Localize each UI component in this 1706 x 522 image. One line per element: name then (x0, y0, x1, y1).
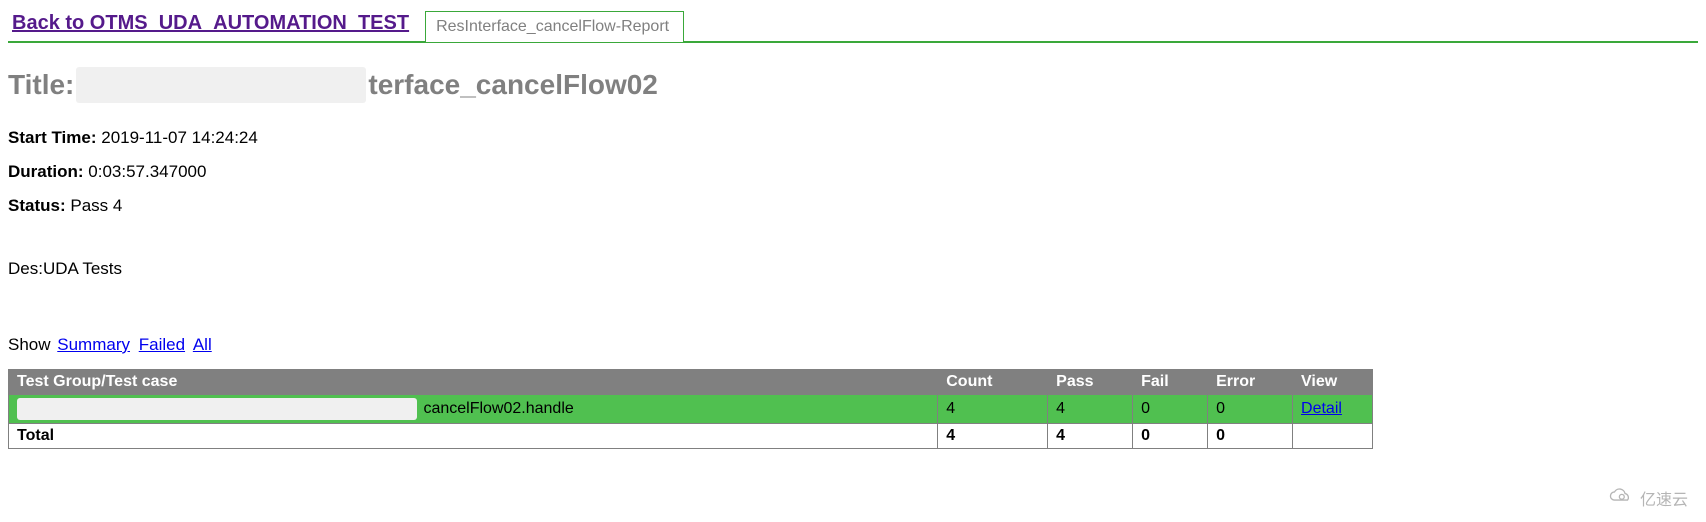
status-label: Status: (8, 196, 66, 215)
detail-link[interactable]: Detail (1301, 400, 1342, 417)
filter-failed-link[interactable]: Failed (139, 335, 185, 354)
footer-view (1293, 424, 1373, 449)
description: Des:UDA Tests (8, 259, 1698, 279)
start-time-value: 2019-11-07 14:24:24 (101, 128, 258, 147)
cell-fail: 0 (1133, 395, 1208, 424)
th-view: View (1293, 370, 1373, 395)
report-tab[interactable]: ResInterface_cancelFlow-Report (425, 11, 684, 42)
cell-count: 4 (938, 395, 1048, 424)
cell-name: cancelFlow02.handle (9, 395, 938, 424)
start-time-label: Start Time: (8, 128, 97, 147)
show-label: Show (8, 335, 51, 354)
cell-error: 0 (1208, 395, 1293, 424)
cloud-icon (1608, 487, 1634, 510)
cell-pass: 4 (1048, 395, 1133, 424)
meta-block: Start Time: 2019-11-07 14:24:24 Duration… (8, 121, 1698, 223)
meta-status: Status: Pass 4 (8, 189, 1698, 223)
back-link[interactable]: Back to OTMS_UDA_AUTOMATION_TEST (8, 8, 415, 41)
table-row: cancelFlow02.handle 4 4 0 0 Detail (9, 395, 1373, 424)
header-row: Back to OTMS_UDA_AUTOMATION_TEST ResInte… (8, 8, 1698, 43)
status-value: Pass 4 (70, 196, 122, 215)
filter-all-link[interactable]: All (193, 335, 212, 354)
footer-name: Total (9, 424, 938, 449)
th-error: Error (1208, 370, 1293, 395)
th-name: Test Group/Test case (9, 370, 938, 395)
th-count: Count (938, 370, 1048, 395)
table-footer-row: Total 4 4 0 0 (9, 424, 1373, 449)
title-prefix: Title: (8, 69, 74, 101)
footer-fail: 0 (1133, 424, 1208, 449)
meta-duration: Duration: 0:03:57.347000 (8, 155, 1698, 189)
footer-count: 4 (938, 424, 1048, 449)
table-header-row: Test Group/Test case Count Pass Fail Err… (9, 370, 1373, 395)
watermark: 亿速云 (1608, 486, 1688, 510)
results-table: Test Group/Test case Count Pass Fail Err… (8, 369, 1373, 449)
th-pass: Pass (1048, 370, 1133, 395)
th-fail: Fail (1133, 370, 1208, 395)
watermark-text: 亿速云 (1640, 486, 1688, 510)
redacted-row-segment (17, 398, 417, 420)
filter-summary-link[interactable]: Summary (57, 335, 130, 354)
footer-error: 0 (1208, 424, 1293, 449)
duration-label: Duration: (8, 162, 84, 181)
duration-value: 0:03:57.347000 (88, 162, 206, 181)
title-suffix: terface_cancelFlow02 (368, 69, 658, 101)
meta-start-time: Start Time: 2019-11-07 14:24:24 (8, 121, 1698, 155)
cell-name-suffix: cancelFlow02.handle (423, 400, 573, 417)
page-title: Title: terface_cancelFlow02 (8, 67, 1698, 103)
filter-row: Show Summary Failed All (8, 335, 1698, 355)
redacted-title-segment (76, 67, 366, 103)
cell-view: Detail (1293, 395, 1373, 424)
footer-pass: 4 (1048, 424, 1133, 449)
